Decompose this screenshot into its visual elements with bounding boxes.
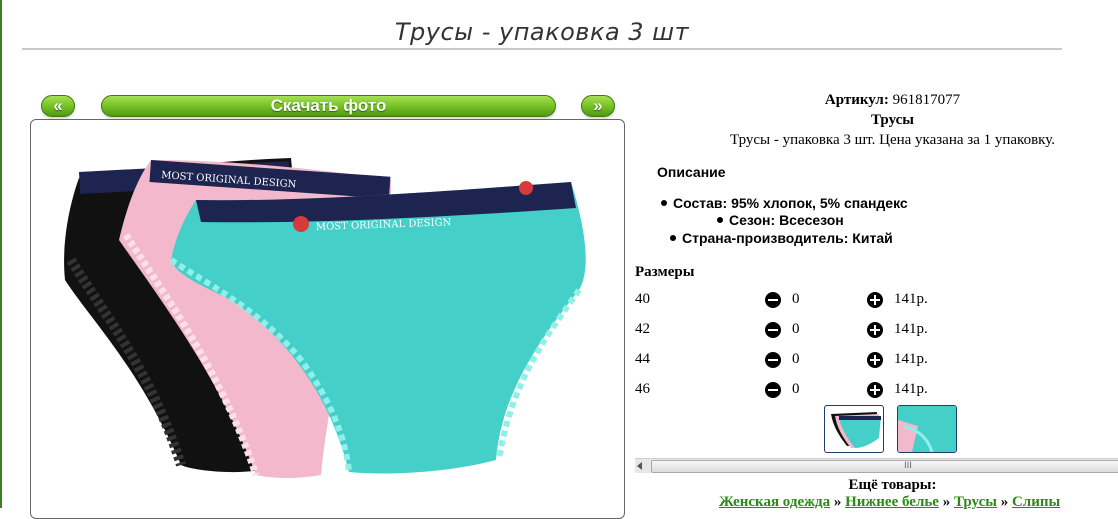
sizes-heading: Размеры — [635, 264, 695, 280]
quantity-value: 0 — [792, 291, 800, 307]
plus-circle-icon[interactable] — [867, 382, 883, 398]
quantity-value: 0 — [792, 351, 800, 367]
minus-circle-icon[interactable] — [765, 352, 781, 368]
product-photo-illustration: MOST ORIGINAL DESIGN MOST ORIGINAL DESIG… — [64, 158, 586, 479]
scrollbar-grip: III — [904, 461, 912, 471]
price-value: 141р. — [894, 351, 928, 367]
article-line: Артикул: 961817077 — [635, 92, 1118, 109]
page-title: Трусы - упаковка 3 шт — [394, 18, 690, 46]
download-photo-button[interactable]: Скачать фото — [101, 95, 556, 117]
minus-circle-icon[interactable] — [765, 292, 781, 308]
spec-item: Сезон: Всесезон — [717, 212, 844, 228]
size-value: 46 — [635, 381, 650, 397]
size-row: 42 0 141р. — [635, 321, 1035, 343]
size-value: 40 — [635, 291, 650, 307]
more-products-heading: Ещё товары: — [848, 477, 937, 493]
size-value: 44 — [635, 351, 650, 367]
size-row: 46 0 141р. — [635, 381, 1035, 403]
scrollbar-thumb[interactable]: III — [651, 460, 1118, 473]
product-type: Трусы — [871, 112, 914, 128]
size-row: 40 0 141р. — [635, 291, 1035, 313]
horizontal-scrollbar[interactable]: III — [635, 458, 1118, 473]
article-label: Артикул: — [824, 92, 889, 108]
quantity-value: 0 — [792, 381, 800, 397]
size-row: 44 0 141р. — [635, 351, 1035, 373]
description-heading: Описание — [657, 164, 726, 180]
spec-item: Состав: 95% хлопок, 5% спандекс — [661, 195, 908, 211]
spec-item: Страна-производитель: Китай — [670, 230, 893, 246]
page-left-border — [0, 0, 2, 508]
product-description: Трусы - упаковка 3 шт. Цена указана за 1… — [730, 132, 1055, 148]
minus-circle-icon[interactable] — [765, 322, 781, 338]
title-divider — [22, 48, 1062, 50]
scroll-left-arrow-icon[interactable] — [637, 462, 642, 470]
thumbnail-photo-1[interactable] — [824, 405, 884, 453]
article-value: 961817077 — [892, 92, 961, 108]
category-breadcrumb: Женская одежда » Нижнее белье » Трусы » … — [719, 494, 1060, 511]
minus-circle-icon[interactable] — [765, 382, 781, 398]
quantity-value: 0 — [792, 321, 800, 337]
price-value: 141р. — [894, 321, 928, 337]
plus-circle-icon[interactable] — [867, 292, 883, 308]
price-value: 141р. — [894, 381, 928, 397]
prev-photo-button[interactable]: « — [41, 95, 75, 117]
price-value: 141р. — [894, 291, 928, 307]
next-photo-button[interactable]: » — [581, 95, 615, 117]
thumbnail-photo-2[interactable] — [897, 405, 957, 453]
size-value: 42 — [635, 321, 650, 337]
plus-circle-icon[interactable] — [867, 352, 883, 368]
product-photo: MOST ORIGINAL DESIGN MOST ORIGINAL DESIG… — [30, 119, 625, 519]
plus-circle-icon[interactable] — [867, 322, 883, 338]
